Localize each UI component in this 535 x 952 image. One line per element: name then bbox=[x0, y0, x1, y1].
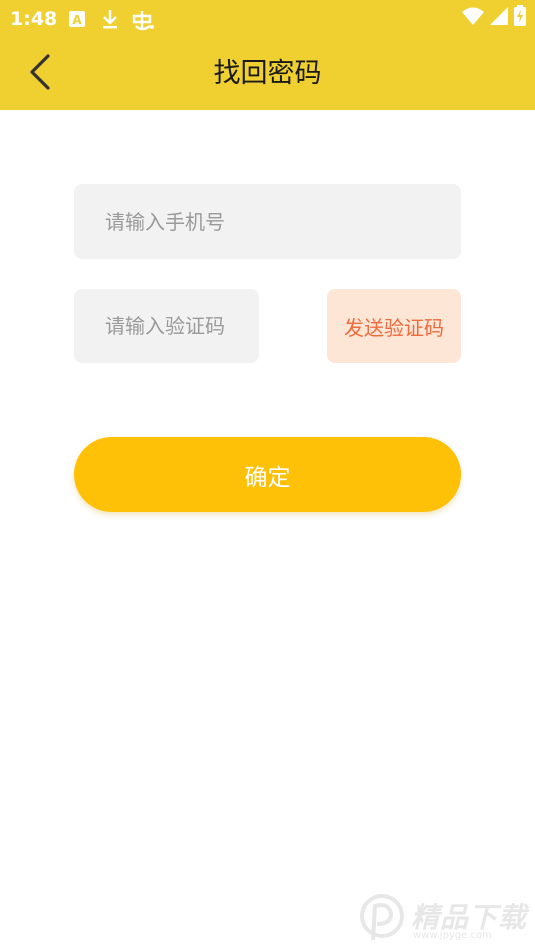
a-app-icon: A bbox=[68, 8, 90, 30]
page-title: 找回密码 bbox=[213, 58, 322, 89]
status-indicators bbox=[461, 5, 527, 31]
send-code-button[interactable]: 发送验证码 bbox=[327, 289, 461, 363]
battery-charging-icon bbox=[513, 5, 527, 31]
download-icon bbox=[100, 8, 122, 30]
status-bar: 1:48 A bbox=[0, 0, 535, 38]
confirm-label: 确定 bbox=[244, 464, 291, 491]
app-header: 1:48 A 找回密码 bbox=[0, 0, 535, 110]
confirm-button[interactable]: 确定 bbox=[74, 437, 461, 512]
watermark: 精品下载 www.jpyge.com bbox=[357, 892, 527, 946]
watermark-url: www.jpyge.com bbox=[413, 930, 492, 941]
svg-text:A: A bbox=[72, 13, 82, 27]
send-code-label: 发送验证码 bbox=[344, 315, 444, 340]
status-time: 1:48 bbox=[10, 8, 58, 30]
nav-bar: 找回密码 bbox=[0, 38, 535, 110]
chevron-left-icon bbox=[30, 54, 50, 90]
verification-code-input[interactable] bbox=[74, 289, 259, 363]
back-button[interactable] bbox=[18, 50, 62, 94]
watermark-logo-icon bbox=[360, 894, 404, 941]
phone-input[interactable] bbox=[74, 184, 461, 259]
wifi-icon bbox=[461, 6, 485, 30]
bug-app-icon bbox=[130, 8, 156, 31]
signal-icon bbox=[489, 6, 509, 30]
